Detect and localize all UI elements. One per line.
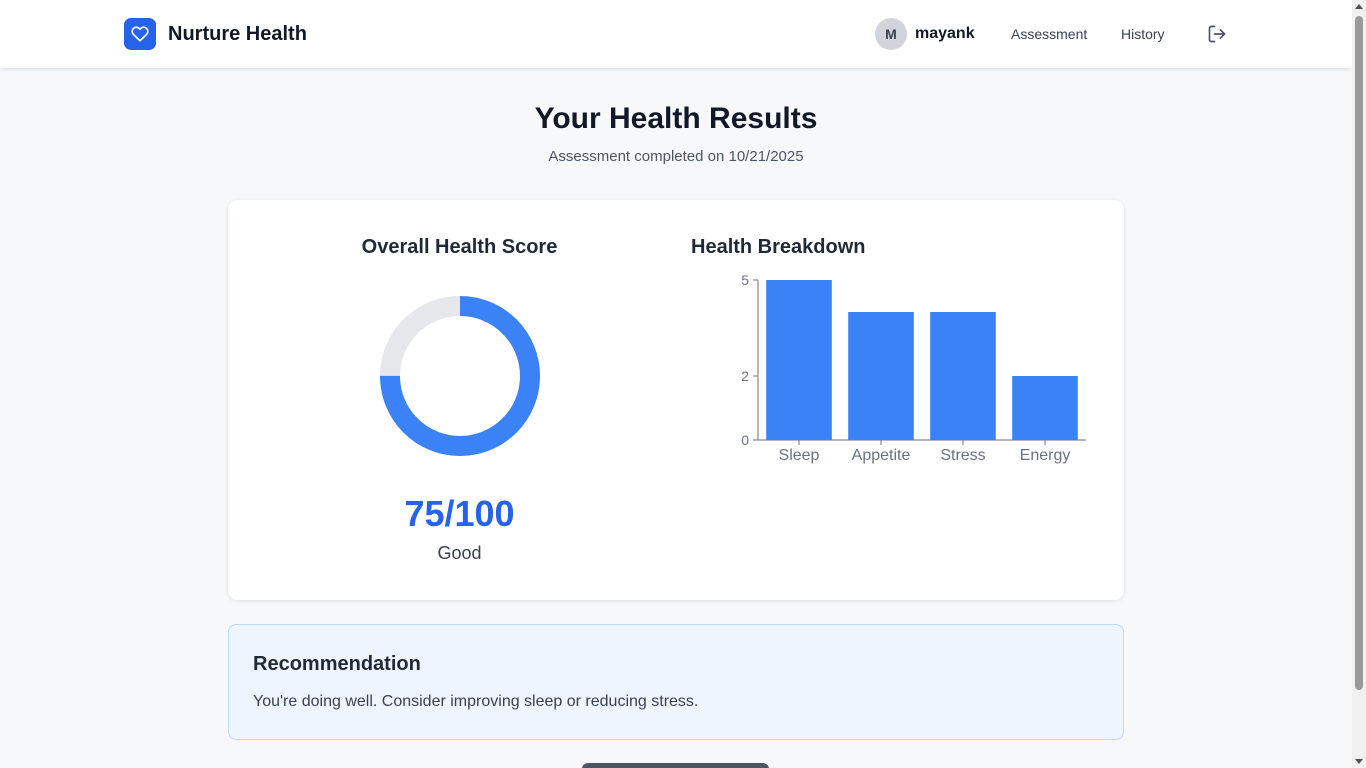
logout-icon[interactable] [1207,24,1227,44]
health-breakdown-bar-chart: 0 2 5 Sleep Appetite Stress Energy [741,274,1086,464]
top-navigation-bar: Nurture Health M mayank Assessment Histo… [0,0,1352,68]
x-tick-label: Energy [1020,447,1071,464]
y-tick-label: 0 [741,432,749,448]
brand-name: Nurture Health [168,22,307,45]
results-card: Overall Health Score 75/100 Good Health … [228,200,1124,600]
vertical-scrollbar[interactable] [1352,0,1366,768]
username: mayank [915,25,975,42]
heart-icon [124,18,156,50]
page-title: Your Health Results [534,102,818,135]
bar-sleep [766,280,832,440]
y-tick-label: 2 [741,368,749,384]
user-profile[interactable]: M mayank [875,18,975,50]
bar-appetite [848,312,914,440]
scroll-up-arrow-icon[interactable] [1355,4,1363,9]
score-rating: Good [437,543,482,563]
bar-energy [1012,376,1078,440]
brand[interactable]: Nurture Health [124,18,307,50]
breakdown-heading: Health Breakdown [691,236,866,258]
nav-link-history[interactable]: History [1121,25,1165,43]
action-button[interactable] [582,763,769,768]
x-tick-label: Stress [940,447,985,464]
recommendation-title: Recommendation [253,653,421,675]
score-donut-chart [380,296,540,456]
x-tick-label: Appetite [852,447,911,464]
nav-link-assessment[interactable]: Assessment [1011,25,1087,43]
y-tick-label: 5 [741,274,749,288]
score-value: 75/100 [404,493,515,534]
recommendation-text: You're doing well. Consider improving sl… [253,693,699,710]
x-tick-label: Sleep [779,447,820,464]
recommendation-card: Recommendation You're doing well. Consid… [228,624,1124,740]
scrollbar-thumb[interactable] [1355,16,1363,690]
score-heading: Overall Health Score [361,236,558,258]
scroll-down-arrow-icon[interactable] [1355,759,1363,764]
bar-stress [930,312,996,440]
assessment-date: Assessment completed on 10/21/2025 [548,148,804,165]
avatar: M [875,18,907,50]
